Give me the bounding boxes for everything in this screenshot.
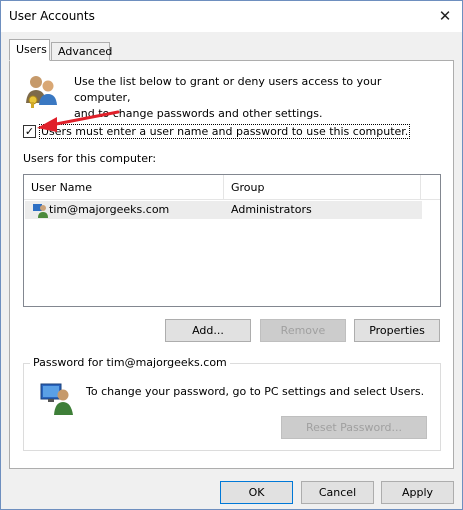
users-list[interactable]: User Name Group tim@majorgeeks.com Admin…: [23, 174, 441, 307]
column-user-name[interactable]: User Name: [24, 175, 224, 200]
remove-button[interactable]: Remove: [260, 319, 346, 342]
table-row[interactable]: tim@majorgeeks.com Administrators: [25, 201, 422, 219]
password-instructions: To change your password, go to PC settin…: [86, 385, 425, 398]
column-group[interactable]: Group: [224, 175, 421, 200]
user-account-icon: [33, 204, 48, 218]
require-login-checkbox[interactable]: ✓: [23, 125, 36, 138]
users-icon: [26, 76, 57, 108]
intro-text: Use the list below to grant or deny user…: [74, 75, 382, 120]
user-accounts-window: User Accounts ✕ Users Advanced Use the l…: [0, 0, 463, 510]
list-header: User Name Group: [24, 175, 440, 200]
reset-password-button[interactable]: Reset Password...: [281, 416, 427, 439]
ok-button[interactable]: OK: [220, 481, 293, 504]
window-title: User Accounts: [9, 9, 95, 23]
close-icon[interactable]: ✕: [434, 6, 456, 26]
require-login-label[interactable]: Users must enter a user name and passwor…: [39, 124, 411, 139]
user-name-cell: tim@majorgeeks.com: [49, 203, 170, 216]
tab-advanced[interactable]: Advanced: [51, 42, 112, 61]
password-group: Password for tim@majorgeeks.com To chang…: [23, 356, 441, 451]
require-login-checkbox-row[interactable]: ✓ Users must enter a user name and passw…: [23, 124, 411, 139]
properties-button[interactable]: Properties: [354, 319, 440, 342]
title-bar: User Accounts ✕: [1, 1, 462, 32]
password-group-title: Password for tim@majorgeeks.com: [30, 356, 230, 369]
users-for-computer-heading: Users for this computer:: [23, 152, 157, 165]
user-computer-icon: [40, 383, 73, 415]
tab-users[interactable]: Users: [9, 39, 50, 61]
apply-button[interactable]: Apply: [381, 481, 454, 504]
add-button[interactable]: Add...: [165, 319, 251, 342]
cancel-button[interactable]: Cancel: [301, 481, 374, 504]
group-cell: Administrators: [231, 203, 312, 216]
